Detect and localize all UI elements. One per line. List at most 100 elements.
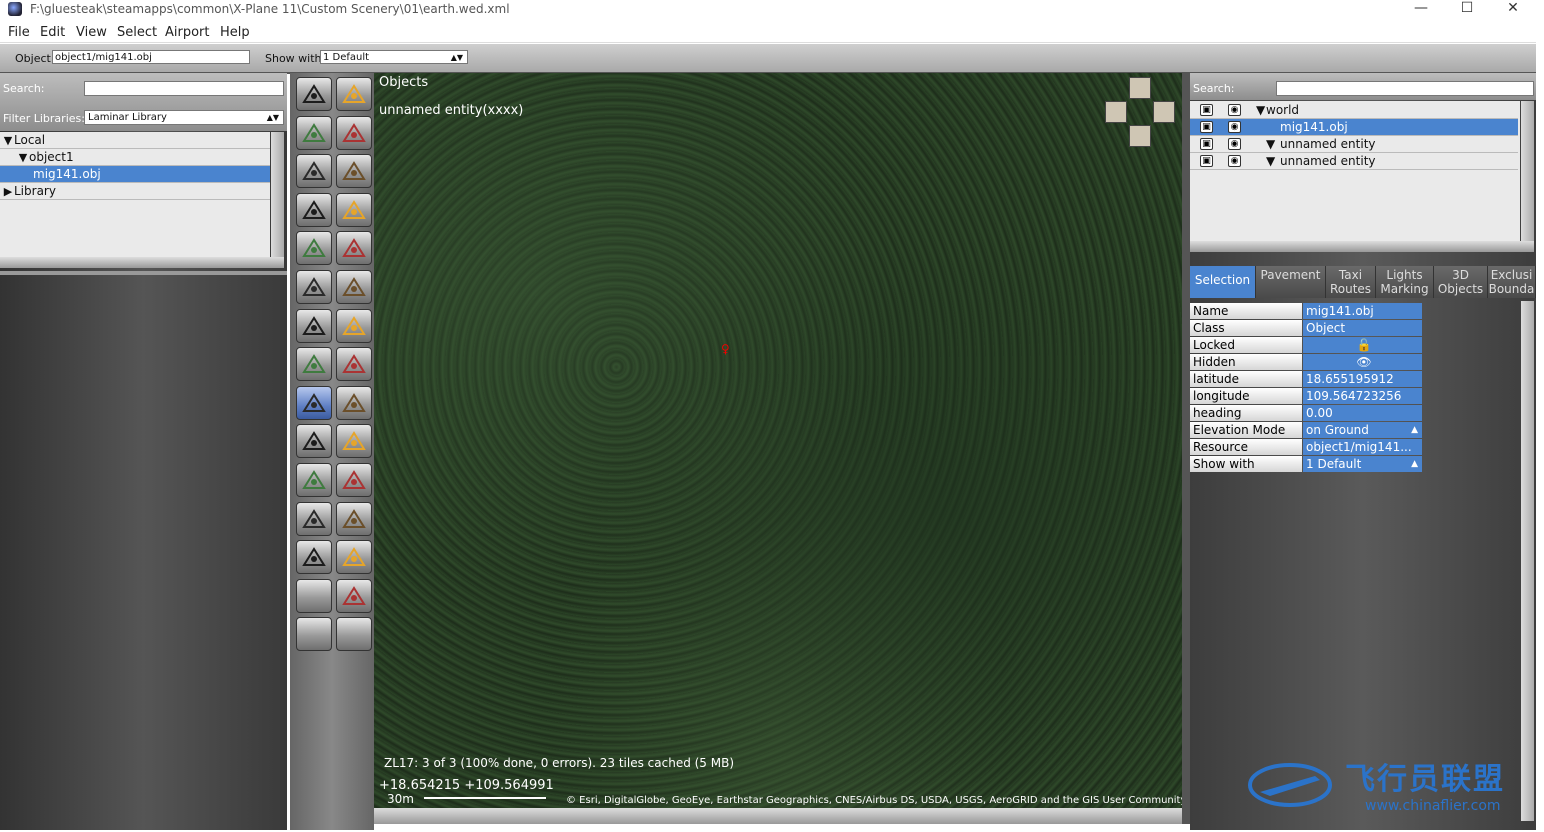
eye-icon[interactable]: ◉ [1228,104,1241,116]
tab-selection[interactable]: Selection [1190,266,1256,298]
tab-taxi[interactable]: Taxi Routes [1326,266,1376,298]
hierarchy-row[interactable]: ▣ ◉ ▼ world [1190,102,1518,119]
menu-help[interactable]: Help [220,25,250,40]
expand-down-icon[interactable]: ▼ [1256,102,1265,119]
show-with-select[interactable]: 1 Default ▲▼ [320,50,468,64]
forest-active-tool-button[interactable] [296,385,332,420]
object-marker-icon[interactable]: ♀ [721,343,731,355]
menu-select[interactable]: Select [117,25,157,40]
sealane-tool-button[interactable] [336,154,372,189]
map-view[interactable]: Objects unnamed entity(xxxx) ♀ ZL17: 3 o… [374,73,1186,808]
expand-right-icon[interactable]: ▶ [2,183,14,200]
facade-block-tool-button[interactable] [336,385,372,420]
tab-3d[interactable]: 3D Objects [1434,266,1488,298]
facade-tool-button[interactable] [296,347,332,382]
exclusion-tool-button[interactable] [296,501,332,536]
property-value[interactable]: 👁 [1303,354,1422,370]
atc-tool-button[interactable] [336,347,372,382]
truck-parking-tool-button[interactable] [296,540,332,575]
tab-exclusi[interactable]: Exclusi Bounda [1488,266,1536,298]
tab-lights[interactable]: Lights Marking [1376,266,1434,298]
filter-libraries-select[interactable]: Laminar Library ▲▼ [84,110,284,125]
object-field[interactable]: object1/mig141.obj [52,50,250,64]
property-value[interactable]: 🔓 [1303,337,1422,353]
property-value[interactable]: on Ground ▲ [1303,422,1422,438]
close-button[interactable]: ✕ [1490,0,1536,18]
tree-row-mig141[interactable]: mig141.obj [0,166,270,183]
lock-icon[interactable]: ▣ [1200,155,1213,167]
property-key: latitude [1190,371,1302,387]
eye-icon[interactable]: ◉ [1228,121,1241,133]
pan-west-button[interactable] [1105,101,1127,123]
taxiway-tool-button[interactable] [296,154,332,189]
marquee-arrow-tool-button[interactable] [296,77,332,111]
library-vscroll[interactable] [271,132,284,257]
property-vscroll[interactable] [1521,301,1534,821]
hierarchy-row[interactable]: ▣ ◉ ▼ unnamed entity [1190,136,1518,153]
eye-icon[interactable]: ◉ [1228,155,1241,167]
tree-row-object1[interactable]: ▼ object1 [0,149,270,166]
hierarchy-hscroll[interactable] [1190,241,1534,252]
road-tool-button[interactable] [336,501,372,536]
property-value[interactable]: mig141.obj [1303,303,1422,319]
object-tool-button[interactable] [296,270,332,304]
map-hscroll[interactable] [374,808,1182,824]
expand-down-icon[interactable]: ▼ [17,149,29,166]
runway-tool-button[interactable] [296,115,332,150]
menu-view[interactable]: View [76,25,107,40]
lock-icon[interactable]: ▣ [1200,121,1213,133]
light-tool-button[interactable] [296,231,332,266]
autogen-tool-button[interactable] [336,578,372,613]
property-value[interactable]: 1 Default ▲ [1303,456,1422,472]
line-tool-button[interactable] [336,424,372,459]
windsock-tool-button[interactable] [336,270,372,304]
lock-icon[interactable]: 🔓 [1357,338,1372,352]
tree-row-library[interactable]: ▶ Library [0,183,270,200]
taxi-route-tool-button[interactable] [296,192,332,227]
helipad-tool-button[interactable] [336,115,372,150]
property-value[interactable]: object1/mig141... [1303,439,1422,455]
truck-parking-icon [301,545,327,569]
menu-file[interactable]: File [8,25,30,40]
blank-1-tool-button[interactable] [296,578,332,613]
rect-select-tool-button[interactable] [336,77,372,111]
tree-tool-button[interactable] [296,424,332,459]
blank-3-tool-button[interactable] [336,617,372,652]
expand-down-icon[interactable]: ▼ [1266,136,1275,153]
maximize-button[interactable]: ☐ [1444,0,1490,18]
menu-airport[interactable]: Airport [165,25,210,40]
boundary-tool-button[interactable] [336,192,372,227]
tab-pavement[interactable]: Pavement [1256,266,1326,298]
polygon-tool-button[interactable] [296,463,332,497]
panel-divider[interactable] [0,271,287,275]
property-value[interactable]: 0.00 [1303,405,1422,421]
library-search-input[interactable] [84,81,284,96]
sign-tool-button[interactable] [336,231,372,266]
tree-row-local[interactable]: ▼ Local [0,132,270,149]
menu-edit[interactable]: Edit [40,25,65,40]
pan-east-button[interactable] [1153,101,1175,123]
ramp-start-tool-button[interactable] [336,308,372,343]
map-splitter[interactable] [1182,73,1190,824]
property-value[interactable]: Object [1303,320,1422,336]
hierarchy-search-input[interactable] [1276,81,1534,96]
expand-down-icon[interactable]: ▼ [2,132,14,149]
eye-icon[interactable]: 👁 [1356,355,1371,369]
tower-viewpoint-tool-button[interactable] [296,308,332,343]
pan-north-button[interactable] [1129,77,1151,99]
lock-icon[interactable]: ▣ [1200,138,1213,150]
hierarchy-vscroll[interactable] [1521,101,1534,241]
library-hscroll[interactable] [0,257,284,268]
property-value[interactable]: 109.564723256 [1303,388,1422,404]
draped-poly-tool-button[interactable] [336,463,372,497]
blank-2-tool-button[interactable] [296,617,332,652]
truck-destination-tool-button[interactable] [336,540,372,575]
pan-south-button[interactable] [1129,125,1151,147]
hierarchy-row[interactable]: ▣ ◉ ▼ unnamed entity [1190,153,1518,170]
hierarchy-row[interactable]: ▣ ◉ mig141.obj [1190,119,1518,136]
lock-icon[interactable]: ▣ [1200,104,1213,116]
eye-icon[interactable]: ◉ [1228,138,1241,150]
property-value[interactable]: 18.655195912 [1303,371,1422,387]
expand-down-icon[interactable]: ▼ [1266,153,1275,170]
minimize-button[interactable]: — [1398,0,1444,18]
